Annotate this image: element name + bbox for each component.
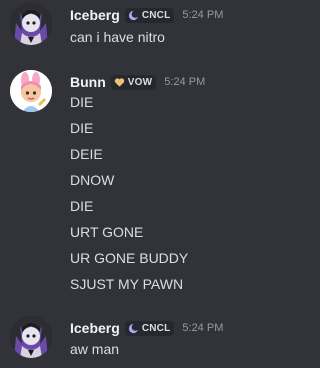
chat-log: Iceberg CNCL 5:24 PM can i have nitro Bu… <box>0 0 305 368</box>
user-tag[interactable]: VOW <box>110 74 157 90</box>
message-text: UR GONE BUDDY <box>70 250 189 266</box>
crescent-moon-icon <box>128 322 139 333</box>
timestamp[interactable]: 5:24 PM <box>182 9 223 21</box>
message-header: Iceberg CNCL 5:24 PM <box>70 318 223 338</box>
user-tag-label: VOW <box>127 76 153 88</box>
message-text: SJUST MY PAWN <box>70 276 184 292</box>
username[interactable]: Bunn <box>70 74 106 90</box>
message-text: can i have nitro <box>70 29 165 45</box>
message-text: aw man <box>70 341 120 357</box>
username[interactable]: Iceberg <box>70 7 120 23</box>
avatar-image-iceberg <box>10 316 52 358</box>
message-text: URT GONE <box>70 224 144 240</box>
avatar[interactable] <box>10 70 52 112</box>
message-text: DIE <box>70 198 94 214</box>
message-text: DNOW <box>70 172 115 188</box>
message-text: DEIE <box>70 146 103 162</box>
message-header: Iceberg CNCL 5:24 PM <box>70 5 223 25</box>
user-tag[interactable]: CNCL <box>124 320 175 336</box>
timestamp[interactable]: 5:24 PM <box>164 76 205 88</box>
user-tag-label: CNCL <box>141 9 171 21</box>
avatar-image-iceberg <box>10 3 52 45</box>
message-text: DIE <box>70 120 94 136</box>
user-tag[interactable]: CNCL <box>124 7 175 23</box>
crescent-moon-icon <box>128 9 139 20</box>
timestamp[interactable]: 5:24 PM <box>182 322 223 334</box>
avatar-image-bunn <box>10 70 52 112</box>
message-header: Bunn VOW 5:24 PM <box>70 72 205 92</box>
username[interactable]: Iceberg <box>70 320 120 336</box>
heart-icon <box>114 77 124 87</box>
avatar[interactable] <box>10 316 52 358</box>
message-text: DIE <box>70 94 94 110</box>
avatar[interactable] <box>10 3 52 45</box>
user-tag-label: CNCL <box>141 322 171 334</box>
